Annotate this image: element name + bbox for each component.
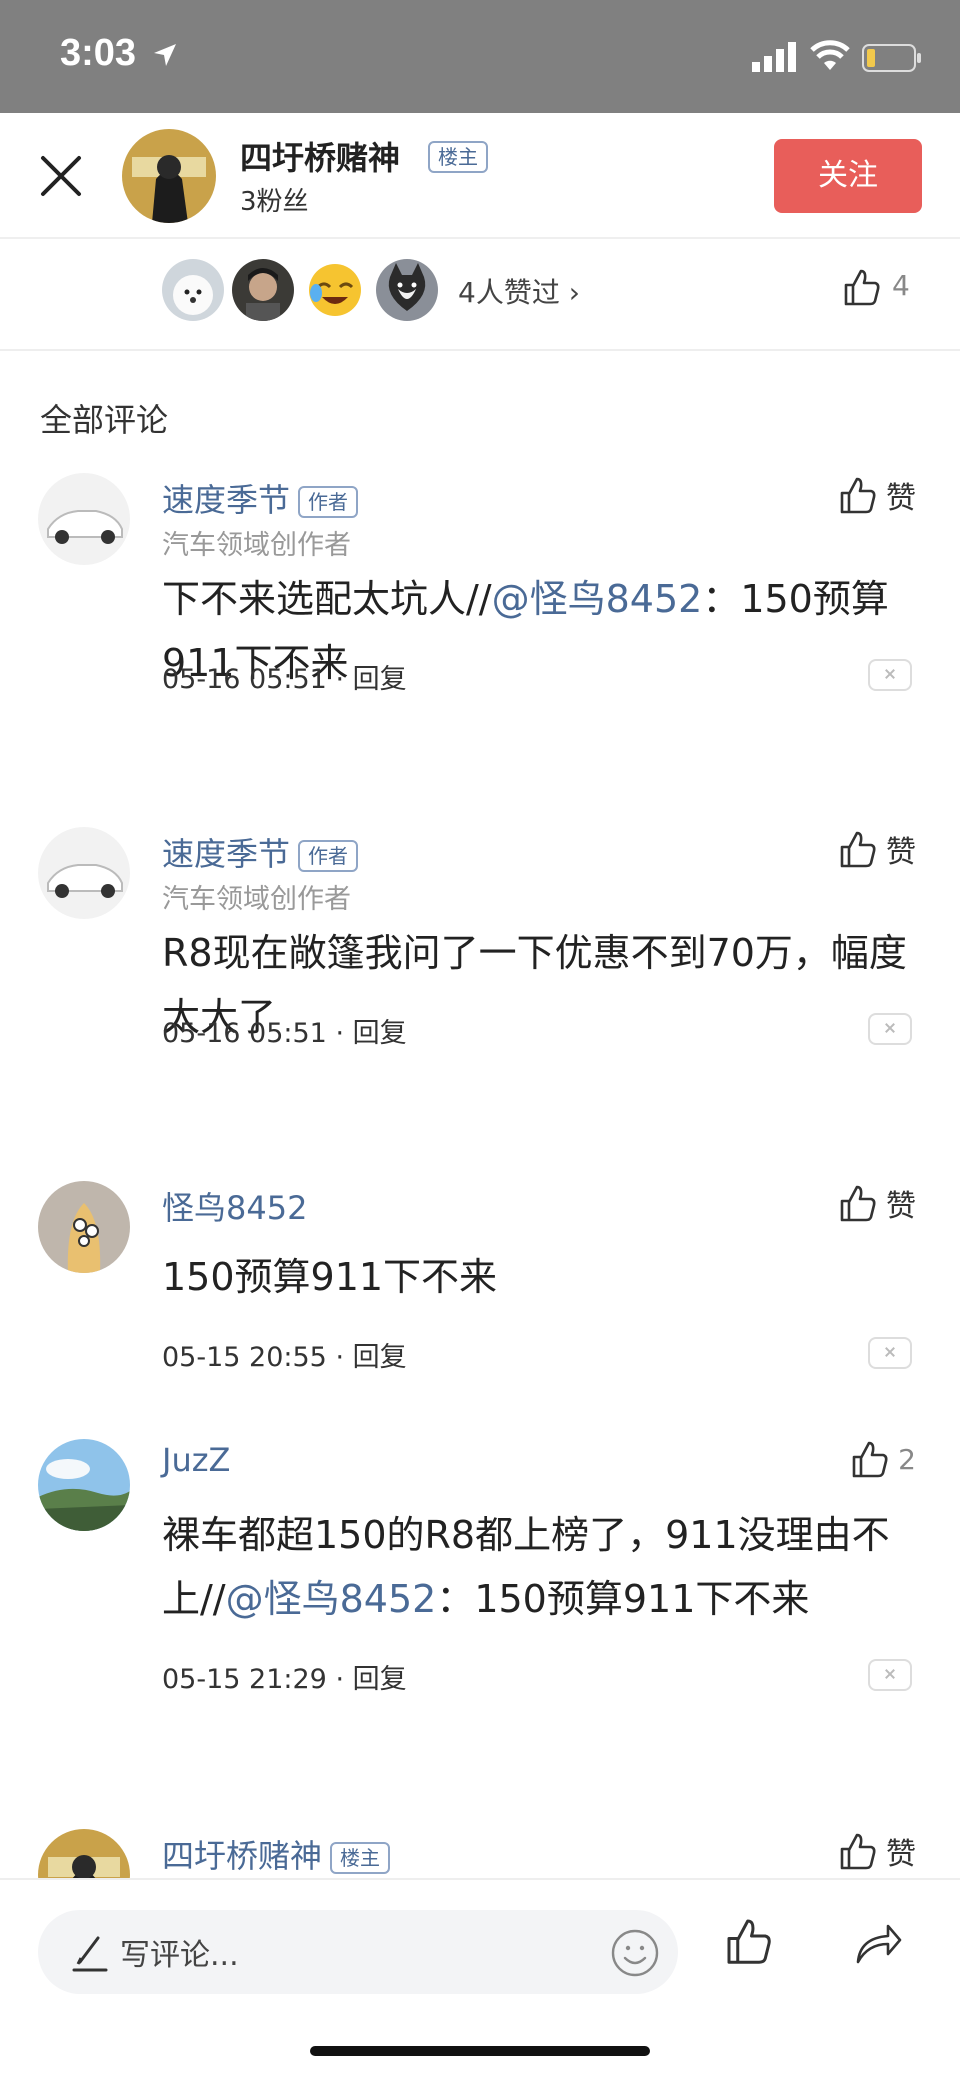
like-button[interactable]: 2 <box>850 1439 916 1479</box>
commenter-title: 汽车领域创作者 <box>162 530 351 561</box>
delete-icon[interactable] <box>868 659 912 691</box>
liker-avatar[interactable] <box>376 259 438 321</box>
meta-separator: · <box>326 1342 353 1373</box>
comment-meta: 05-15 21:29 · 回复 <box>162 1657 407 1696</box>
thumbs-up-icon <box>840 477 876 514</box>
delete-icon[interactable] <box>868 1659 912 1691</box>
like-count: 4 <box>892 269 910 302</box>
reply-button[interactable]: 回复 <box>353 1664 407 1695</box>
author-badge: 作者 <box>298 840 359 872</box>
author-avatar[interactable] <box>122 129 216 223</box>
comment-input[interactable]: 写评论... <box>38 1910 678 1994</box>
close-icon[interactable] <box>36 151 86 201</box>
commenter-avatar[interactable] <box>38 1181 130 1273</box>
liker-avatar[interactable] <box>232 259 294 321</box>
thumbs-up-icon <box>840 1185 876 1222</box>
comment-detail-sheet: 四圩桥赌神 楼主 3粉丝 关注 4人赞过 › 4 全部评论 速度季节 作者 汽车领… <box>0 113 960 2078</box>
commenter-name[interactable]: 速度季节 <box>162 481 290 519</box>
comment-time: 05-16 05:51 <box>162 1018 327 1049</box>
mention-link[interactable]: @怪鸟8452 <box>226 1577 437 1621</box>
likers-row: 4人赞过 › 4 <box>0 239 960 349</box>
thumbs-up-icon <box>852 1441 888 1478</box>
smile-icon[interactable] <box>610 1928 660 1982</box>
likers-summary-link[interactable]: 4人赞过 › <box>458 271 580 311</box>
thumbs-up-icon[interactable] <box>724 1916 774 1970</box>
comment-meta: 05-16 05:51 · 回复 <box>162 657 407 696</box>
status-bar: 3:03 <box>0 0 960 113</box>
reply-button[interactable]: 回复 <box>353 664 407 695</box>
like-button[interactable]: 赞 <box>838 1829 916 1873</box>
author-fans-count: 3粉丝 <box>240 187 309 217</box>
like-button[interactable]: 赞 <box>838 827 916 871</box>
comment-time: 05-15 20:55 <box>162 1342 327 1373</box>
author-name[interactable]: 四圩桥赌神 <box>240 133 400 179</box>
like-label: 赞 <box>886 481 916 516</box>
reply-button[interactable]: 回复 <box>353 1018 407 1049</box>
like-label: 赞 <box>886 835 916 870</box>
commenter-avatar[interactable] <box>38 827 130 919</box>
commenter-name[interactable]: JuzZ <box>162 1441 230 1479</box>
comment-time: 05-15 21:29 <box>162 1664 327 1695</box>
like-label: 赞 <box>886 1837 916 1872</box>
comment-time: 05-16 05:51 <box>162 664 327 695</box>
like-count: 2 <box>898 1442 916 1476</box>
meta-separator: · <box>326 664 353 695</box>
comment-input-placeholder: 写评论... <box>120 1938 239 1973</box>
status-time: 3:03 <box>60 32 137 74</box>
comment-meta: 05-15 20:55 · 回复 <box>162 1335 407 1374</box>
meta-separator: · <box>326 1018 353 1049</box>
like-label: 赞 <box>886 1189 916 1224</box>
pen-icon <box>72 1932 108 1976</box>
meta-separator: · <box>326 1664 353 1695</box>
thumbs-up-icon[interactable] <box>842 267 882 311</box>
commenter-title: 汽车领域创作者 <box>162 884 351 915</box>
location-arrow-icon <box>152 42 178 72</box>
divider <box>0 349 960 351</box>
delete-icon[interactable] <box>868 1013 912 1045</box>
follow-button[interactable]: 关注 <box>774 139 922 213</box>
home-indicator[interactable] <box>310 2046 650 2056</box>
commenter-name[interactable]: 速度季节 <box>162 835 290 873</box>
all-comments-title: 全部评论 <box>40 401 169 439</box>
comment-text: 裸车都超150的R8都上榜了，911没理由不上//@怪鸟8452：150预算91… <box>162 1503 920 1631</box>
like-button[interactable]: 赞 <box>838 473 916 517</box>
comment-text: 150预算911下不来 <box>162 1255 498 1299</box>
commenter-avatar[interactable] <box>38 1439 130 1531</box>
owner-badge: 楼主 <box>428 141 488 173</box>
post-author-header: 四圩桥赌神 楼主 3粉丝 关注 <box>0 113 960 237</box>
battery-icon <box>862 44 922 76</box>
bottom-action-bar: 写评论... <box>0 1878 960 2078</box>
delete-icon[interactable] <box>868 1337 912 1369</box>
like-button[interactable]: 赞 <box>838 1181 916 1225</box>
owner-badge: 楼主 <box>330 1842 391 1874</box>
comment-meta: 05-16 05:51 · 回复 <box>162 1011 407 1050</box>
commenter-name[interactable]: 怪鸟8452 <box>162 1189 307 1227</box>
thumbs-up-icon <box>840 831 876 868</box>
mention-link[interactable]: @怪鸟8452 <box>492 577 703 621</box>
liker-avatar[interactable] <box>304 259 366 321</box>
comment-text-body: 下不来选配太坑人// <box>162 577 492 621</box>
liker-avatar[interactable] <box>162 259 224 321</box>
commenter-avatar[interactable] <box>38 473 130 565</box>
reply-button[interactable]: 回复 <box>353 1342 407 1373</box>
signal-icon <box>752 42 800 76</box>
comment-text-quoted: ：150预算911下不来 <box>436 1577 810 1621</box>
wifi-icon <box>810 38 850 76</box>
commenter-name[interactable]: 四圩桥赌神 <box>162 1837 322 1875</box>
thumbs-up-icon <box>840 1833 876 1870</box>
share-icon[interactable] <box>854 1920 904 1970</box>
author-badge: 作者 <box>298 486 359 518</box>
